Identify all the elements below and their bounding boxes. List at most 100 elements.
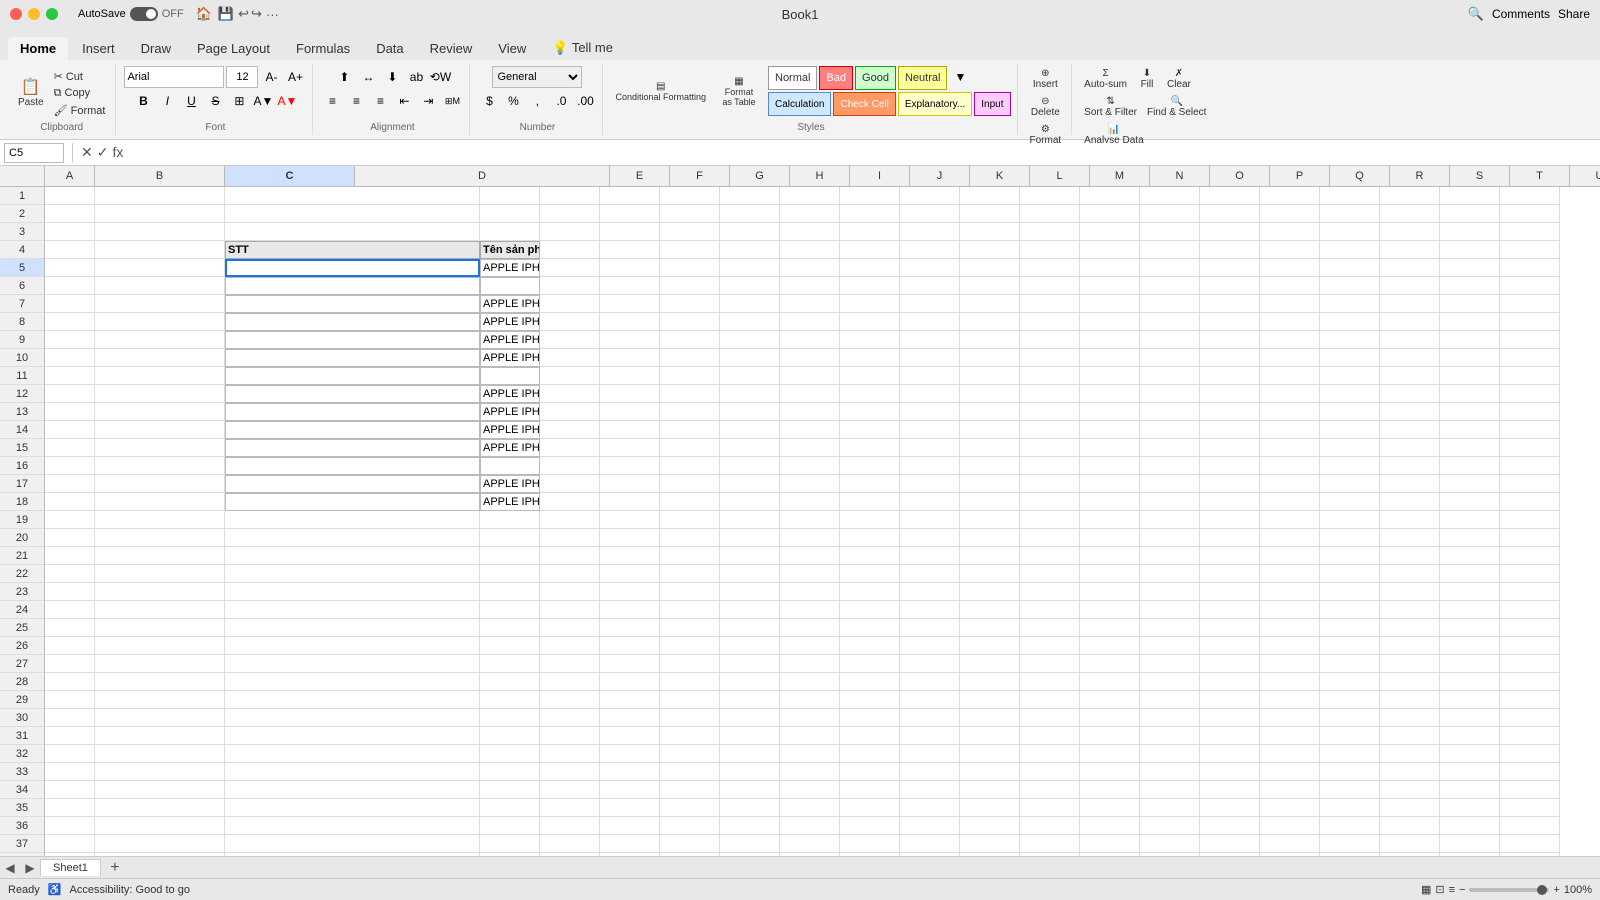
cell-R23[interactable] <box>1320 583 1380 601</box>
cell-O28[interactable] <box>1140 673 1200 691</box>
cell-T34[interactable] <box>1440 781 1500 799</box>
col-header-t[interactable]: T <box>1510 166 1570 186</box>
cell-S11[interactable] <box>1380 367 1440 385</box>
cell-A20[interactable] <box>45 529 95 547</box>
tab-view[interactable]: View <box>486 37 538 60</box>
cell-R31[interactable] <box>1320 727 1380 745</box>
cell-P7[interactable] <box>1200 295 1260 313</box>
cell-Q9[interactable] <box>1260 331 1320 349</box>
cell-J24[interactable] <box>840 601 900 619</box>
row-num-9[interactable]: 9 <box>0 331 44 349</box>
cell-F6[interactable] <box>600 277 660 295</box>
cell-S5[interactable] <box>1380 259 1440 277</box>
cell-A12[interactable] <box>45 385 95 403</box>
cell-N9[interactable] <box>1080 331 1140 349</box>
cell-G20[interactable] <box>660 529 720 547</box>
cell-P35[interactable] <box>1200 799 1260 817</box>
cell-R22[interactable] <box>1320 565 1380 583</box>
cell-D5[interactable]: APPLE IPHONE 13 PRO MAX <box>480 259 540 277</box>
cut-button[interactable]: ✂ Cut <box>50 69 110 84</box>
cell-I11[interactable] <box>780 367 840 385</box>
cell-C20[interactable] <box>225 529 480 547</box>
cell-P10[interactable] <box>1200 349 1260 367</box>
tab-draw[interactable]: Draw <box>129 37 183 60</box>
cell-R35[interactable] <box>1320 799 1380 817</box>
cell-T23[interactable] <box>1440 583 1500 601</box>
row-num-26[interactable]: 26 <box>0 637 44 655</box>
cell-L31[interactable] <box>960 727 1020 745</box>
cell-K13[interactable] <box>900 403 960 421</box>
cell-L19[interactable] <box>960 511 1020 529</box>
cell-L35[interactable] <box>960 799 1020 817</box>
cell-H18[interactable] <box>720 493 780 511</box>
cell-D34[interactable] <box>480 781 540 799</box>
cell-A35[interactable] <box>45 799 95 817</box>
cell-G8[interactable] <box>660 313 720 331</box>
cell-Q29[interactable] <box>1260 691 1320 709</box>
fill-button[interactable]: ⬇ Fill <box>1133 66 1161 92</box>
cell-R15[interactable] <box>1320 439 1380 457</box>
cell-M14[interactable] <box>1020 421 1080 439</box>
increase-font-button[interactable]: A+ <box>284 66 306 88</box>
cell-O15[interactable] <box>1140 439 1200 457</box>
cell-J28[interactable] <box>840 673 900 691</box>
cell-U28[interactable] <box>1500 673 1560 691</box>
cell-U35[interactable] <box>1500 799 1560 817</box>
cell-N21[interactable] <box>1080 547 1140 565</box>
cell-F25[interactable] <box>600 619 660 637</box>
increase-indent-button[interactable]: ⇥ <box>417 90 439 112</box>
cell-G10[interactable] <box>660 349 720 367</box>
cell-E2[interactable] <box>540 205 600 223</box>
cell-U17[interactable] <box>1500 475 1560 493</box>
col-header-q[interactable]: Q <box>1330 166 1390 186</box>
cell-T5[interactable] <box>1440 259 1500 277</box>
cell-N14[interactable] <box>1080 421 1140 439</box>
cell-I38[interactable] <box>780 853 840 856</box>
col-header-l[interactable]: L <box>1030 166 1090 186</box>
cell-H2[interactable] <box>720 205 780 223</box>
cell-H25[interactable] <box>720 619 780 637</box>
cell-C19[interactable] <box>225 511 480 529</box>
cell-C28[interactable] <box>225 673 480 691</box>
cell-F38[interactable] <box>600 853 660 856</box>
cell-L13[interactable] <box>960 403 1020 421</box>
cell-D30[interactable] <box>480 709 540 727</box>
cell-G34[interactable] <box>660 781 720 799</box>
cell-B33[interactable] <box>95 763 225 781</box>
italic-button[interactable]: I <box>156 90 178 112</box>
cell-J1[interactable] <box>840 187 900 205</box>
cell-H33[interactable] <box>720 763 780 781</box>
cell-U25[interactable] <box>1500 619 1560 637</box>
row-num-28[interactable]: 28 <box>0 673 44 691</box>
cell-U8[interactable] <box>1500 313 1560 331</box>
cell-O6[interactable] <box>1140 277 1200 295</box>
cell-O11[interactable] <box>1140 367 1200 385</box>
cell-F16[interactable] <box>600 457 660 475</box>
cell-D21[interactable] <box>480 547 540 565</box>
cell-M29[interactable] <box>1020 691 1080 709</box>
cell-J13[interactable] <box>840 403 900 421</box>
cell-S33[interactable] <box>1380 763 1440 781</box>
cell-H12[interactable] <box>720 385 780 403</box>
cell-C30[interactable] <box>225 709 480 727</box>
cell-F15[interactable] <box>600 439 660 457</box>
cell-D32[interactable] <box>480 745 540 763</box>
cell-B12[interactable] <box>95 385 225 403</box>
cell-K27[interactable] <box>900 655 960 673</box>
increase-decimal-button[interactable]: .00 <box>574 90 596 112</box>
cell-Q21[interactable] <box>1260 547 1320 565</box>
cell-U27[interactable] <box>1500 655 1560 673</box>
cell-K2[interactable] <box>900 205 960 223</box>
cell-L38[interactable] <box>960 853 1020 856</box>
cell-P30[interactable] <box>1200 709 1260 727</box>
cell-D33[interactable] <box>480 763 540 781</box>
cell-U31[interactable] <box>1500 727 1560 745</box>
cell-R21[interactable] <box>1320 547 1380 565</box>
cell-H15[interactable] <box>720 439 780 457</box>
number-format-select[interactable]: General <box>492 66 582 88</box>
cell-T1[interactable] <box>1440 187 1500 205</box>
cell-H16[interactable] <box>720 457 780 475</box>
cell-L3[interactable] <box>960 223 1020 241</box>
cell-H17[interactable] <box>720 475 780 493</box>
cell-O23[interactable] <box>1140 583 1200 601</box>
